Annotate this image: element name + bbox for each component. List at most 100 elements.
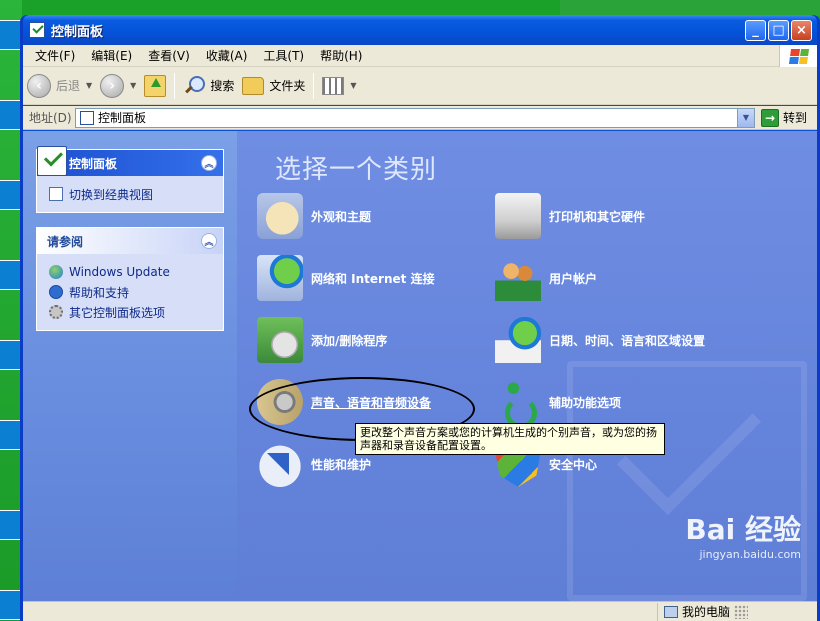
category-printers[interactable]: 打印机和其它硬件: [495, 193, 645, 239]
category-label: 用户帐户: [549, 271, 598, 286]
other-options-label: 其它控制面板选项: [69, 305, 166, 320]
desktop-icon[interactable]: [0, 420, 22, 450]
switch-view-icon: [49, 187, 63, 201]
desktop-icon[interactable]: [0, 20, 22, 50]
help-icon: [49, 285, 63, 299]
menu-bar: 文件(F) 编辑(E) 查看(V) 收藏(A) 工具(T) 帮助(H): [23, 45, 817, 67]
go-label: 转到: [783, 111, 808, 125]
up-folder-icon: [144, 74, 167, 97]
menu-edit[interactable]: 编辑(E): [83, 46, 140, 66]
content-area: 控制面板 ︽ 切换到经典视图 请参阅 ︽ Windows Update 帮助和支…: [23, 131, 817, 601]
performance-icon: [257, 441, 303, 487]
toolbar: ‹ 后退 ▼ › ▼ 搜索 文件夹 ▼: [23, 67, 817, 105]
address-dropdown-button[interactable]: ▼: [737, 108, 754, 127]
chevron-down-icon[interactable]: ▼: [86, 81, 92, 90]
add-remove-icon: [257, 317, 303, 363]
minimize-button[interactable]: _: [745, 20, 766, 41]
category-label: 性能和维护: [311, 457, 372, 472]
control-panel-task-header[interactable]: 控制面板 ︽: [37, 146, 223, 176]
desktop-background: [0, 0, 22, 621]
window-controls: _ □ ×: [745, 20, 812, 41]
up-folder-button[interactable]: [140, 71, 170, 101]
collapse-icon[interactable]: ︽: [201, 155, 217, 171]
collapse-icon[interactable]: ︽: [201, 233, 217, 249]
category-label: 打印机和其它硬件: [549, 209, 646, 224]
address-bar: 地址(D) 控制面板 ▼ → 转到: [23, 106, 817, 130]
category-label: 网络和 Internet 连接: [311, 271, 435, 286]
resize-grip-icon[interactable]: [734, 604, 749, 619]
help-and-support-link[interactable]: 帮助和支持: [49, 282, 213, 302]
baidu-watermark: Bai 经验 jingyan.baidu.com: [685, 508, 801, 561]
desktop-icon[interactable]: [0, 340, 22, 370]
category-user-accounts[interactable]: 用户帐户: [495, 255, 597, 301]
control-panel-icon: [80, 110, 94, 125]
category-label: 日期、时间、语言和区域设置: [549, 333, 706, 348]
desktop-icon[interactable]: [0, 590, 22, 620]
control-panel-window: 控制面板 _ □ × 文件(F) 编辑(E) 查看(V) 收藏(A) 工具(T)…: [20, 15, 820, 621]
folders-button[interactable]: 文件夹: [238, 71, 309, 101]
desktop-tray-area: [560, 0, 820, 16]
page-title: 选择一个类别: [275, 155, 438, 185]
views-button[interactable]: ▼: [318, 71, 360, 101]
category-label: 辅助功能选项: [549, 395, 622, 410]
title-bar[interactable]: 控制面板 _ □ ×: [23, 15, 817, 45]
appearance-icon: [257, 193, 303, 239]
category-add-remove-programs[interactable]: 添加/删除程序: [257, 317, 387, 363]
accessibility-icon: [495, 379, 541, 429]
windows-logo-icon: [779, 45, 817, 67]
my-computer-icon: [664, 605, 678, 618]
menu-favorites[interactable]: 收藏(A): [198, 46, 256, 66]
menu-file[interactable]: 文件(F): [27, 46, 83, 66]
back-button[interactable]: ‹ 后退 ▼: [23, 71, 96, 101]
status-zone: 我的电脑: [657, 602, 817, 621]
menu-view[interactable]: 查看(V): [140, 46, 198, 66]
maximize-button[interactable]: □: [768, 20, 789, 41]
desktop-icon[interactable]: [0, 100, 22, 130]
chevron-down-icon[interactable]: ▼: [130, 81, 136, 90]
status-bar: 我的电脑: [23, 601, 817, 621]
chevron-down-icon[interactable]: ▼: [350, 81, 356, 90]
close-button[interactable]: ×: [791, 20, 812, 41]
switch-view-label: 切换到经典视图: [69, 187, 154, 202]
views-icon: [322, 76, 345, 95]
category-network[interactable]: 网络和 Internet 连接: [257, 255, 435, 301]
category-appearance[interactable]: 外观和主题: [257, 193, 371, 239]
go-button[interactable]: → 转到: [761, 108, 808, 127]
category-label: 外观和主题: [311, 209, 372, 224]
user-accounts-icon: [495, 255, 541, 301]
see-also-header[interactable]: 请参阅 ︽: [37, 228, 223, 254]
toolbar-divider: [174, 72, 176, 99]
control-panel-icon: [29, 22, 45, 38]
baidu-url: jingyan.baidu.com: [699, 548, 801, 561]
search-label: 搜索: [210, 79, 235, 93]
desktop-icon[interactable]: [0, 510, 22, 540]
search-button[interactable]: 搜索: [179, 71, 238, 101]
desktop-icon[interactable]: [0, 180, 22, 210]
category-performance[interactable]: 性能和维护: [257, 441, 371, 487]
menu-help[interactable]: 帮助(H): [312, 46, 370, 66]
back-arrow-icon: ‹: [27, 73, 51, 98]
search-icon: [183, 75, 206, 97]
folders-label: 文件夹: [269, 79, 306, 93]
help-and-support-label: 帮助和支持: [69, 285, 130, 300]
address-input[interactable]: 控制面板 ▼: [75, 107, 755, 128]
category-date-time-language[interactable]: 日期、时间、语言和区域设置: [495, 317, 705, 363]
category-label: 添加/删除程序: [311, 333, 388, 348]
folder-icon: [242, 76, 265, 95]
address-label: 地址(D): [29, 111, 72, 125]
other-options-link[interactable]: 其它控制面板选项: [49, 302, 213, 322]
windows-update-link[interactable]: Windows Update: [49, 262, 213, 282]
see-also-title: 请参阅: [47, 234, 84, 249]
task-pane: 控制面板 ︽ 切换到经典视图 请参阅 ︽ Windows Update 帮助和支…: [23, 131, 237, 601]
control-panel-icon: [37, 146, 67, 176]
desktop-icon[interactable]: [0, 260, 22, 290]
menu-tools[interactable]: 工具(T): [255, 46, 312, 66]
category-accessibility[interactable]: 辅助功能选项: [495, 379, 622, 429]
forward-button[interactable]: › ▼: [96, 71, 140, 101]
task-box-title: 控制面板: [69, 156, 118, 171]
forward-arrow-icon: ›: [100, 73, 125, 98]
address-value: 控制面板: [98, 111, 147, 125]
toolbar-divider: [313, 72, 315, 99]
see-also-task-box: 请参阅 ︽ Windows Update 帮助和支持 其它控制面板选项: [36, 227, 224, 331]
switch-to-classic-view-link[interactable]: 切换到经典视图: [49, 184, 213, 204]
